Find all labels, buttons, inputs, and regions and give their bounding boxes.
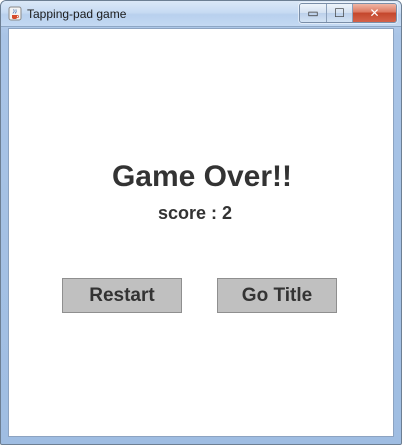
go-title-button-label: Go Title xyxy=(241,284,313,306)
java-cup-icon xyxy=(8,6,22,21)
window-title: Tapping-pad game xyxy=(27,7,127,21)
game-over-heading: Game Over!! xyxy=(111,160,293,193)
minimize-icon: ▭ xyxy=(307,6,319,20)
close-icon: ✕ xyxy=(369,6,380,20)
minimize-button[interactable]: ▭ xyxy=(300,4,327,22)
game-panel: Game Over!! score : 2 Restart Go Title xyxy=(8,28,394,437)
restart-button-label: Restart xyxy=(89,284,155,306)
score-label: score : 2 xyxy=(157,203,233,223)
restart-button[interactable]: Restart xyxy=(62,278,182,313)
maximize-button[interactable]: ☐ xyxy=(327,4,353,22)
close-button[interactable]: ✕ xyxy=(353,4,396,22)
window-titlebar[interactable]: Tapping-pad game ▭ ☐ ✕ xyxy=(1,1,401,27)
maximize-icon: ☐ xyxy=(334,6,345,20)
app-window: Tapping-pad game ▭ ☐ ✕ Game Over!! score… xyxy=(0,0,402,445)
window-controls: ▭ ☐ ✕ xyxy=(299,3,397,23)
go-title-button[interactable]: Go Title xyxy=(217,278,337,313)
